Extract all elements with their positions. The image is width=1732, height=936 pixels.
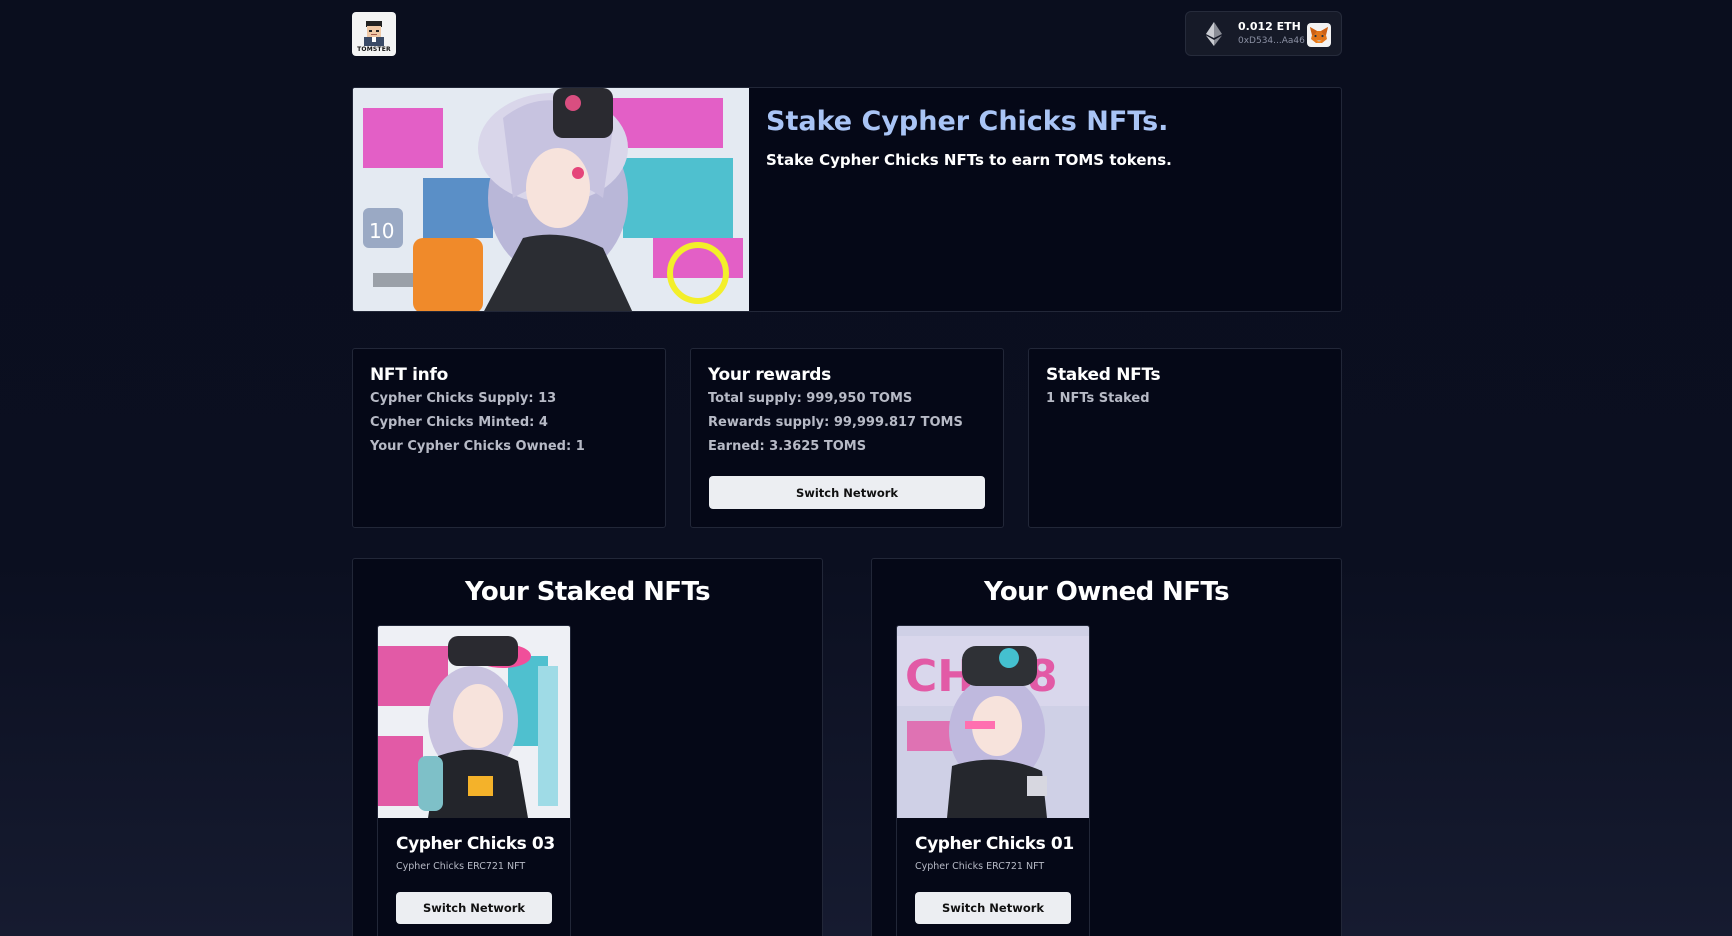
page: TOMSTER 0.012 ETH 0xD534...Aa46 10 Stake… xyxy=(0,0,1732,936)
logo-text: TOMSTER xyxy=(357,46,391,53)
nft-image-cypher-chicks-03 xyxy=(378,626,570,818)
wallet-info: 0.012 ETH 0xD534...Aa46 xyxy=(1238,19,1305,47)
svg-text:10: 10 xyxy=(369,219,394,243)
nft-info-card: NFT info Cypher Chicks Supply: 13 Cypher… xyxy=(352,348,666,528)
staked-nfts-card: Staked NFTs 1 NFTs Staked xyxy=(1028,348,1342,528)
earned-text: Earned: 3.3625 TOMS xyxy=(708,439,867,454)
nft-description: Cypher Chicks ERC721 NFT xyxy=(915,861,1045,872)
nft-description: Cypher Chicks ERC721 NFT xyxy=(396,861,526,872)
nft-name: Cypher Chicks 01 xyxy=(915,834,1074,854)
hero-title: Stake Cypher Chicks NFTs. xyxy=(766,106,1169,137)
staked-nft-switch-network-button[interactable]: Switch Network xyxy=(396,892,552,924)
wallet-address: 0xD534...Aa46 xyxy=(1238,36,1305,47)
nft-supply-text: Cypher Chicks Supply: 13 xyxy=(370,391,557,406)
nft-name: Cypher Chicks 03 xyxy=(396,834,555,854)
wallet-balance: 0.012 ETH xyxy=(1238,19,1301,33)
staked-nfts-title: Staked NFTs xyxy=(1046,365,1161,385)
hero-banner: 10 Stake Cypher Chicks NFTs. Stake Cyphe… xyxy=(352,87,1342,312)
rewards-card: Your rewards Total supply: 999,950 TOMS … xyxy=(690,348,1004,528)
nft-image-cypher-chicks-01: CH 8 xyxy=(897,626,1089,818)
rewards-title: Your rewards xyxy=(708,365,831,385)
ethereum-icon xyxy=(1206,21,1222,46)
staked-nfts-panel: Your Staked NFTs Cypher Chicks 03 Cypher… xyxy=(352,558,823,936)
tomster-avatar-icon xyxy=(364,21,384,46)
owned-nft-switch-network-button[interactable]: Switch Network xyxy=(915,892,1071,924)
rewards-switch-network-button[interactable]: Switch Network xyxy=(709,476,985,509)
nft-info-title: NFT info xyxy=(370,365,448,385)
wallet-button[interactable]: 0.012 ETH 0xD534...Aa46 xyxy=(1185,11,1342,56)
metamask-fox-icon xyxy=(1307,23,1331,47)
total-supply-text: Total supply: 999,950 TOMS xyxy=(708,391,913,406)
nft-minted-text: Cypher Chicks Minted: 4 xyxy=(370,415,548,430)
hero-subtitle: Stake Cypher Chicks NFTs to earn TOMS to… xyxy=(766,151,1172,169)
staked-count-text: 1 NFTs Staked xyxy=(1046,391,1150,406)
nft-card: Cypher Chicks 03 Cypher Chicks ERC721 NF… xyxy=(377,625,571,936)
staked-panel-title: Your Staked NFTs xyxy=(465,577,711,607)
nft-card: CH 8 Cypher Chicks 01 Cypher Chicks ERC7… xyxy=(896,625,1090,936)
rewards-supply-text: Rewards supply: 99,999.817 TOMS xyxy=(708,415,963,430)
hero-cypher-chick-image: 10 xyxy=(353,88,749,311)
owned-nfts-panel: Your Owned NFTs CH 8 Cypher Chicks 01 Cy… xyxy=(871,558,1342,936)
tomster-logo[interactable]: TOMSTER xyxy=(352,12,396,56)
nft-owned-text: Your Cypher Chicks Owned: 1 xyxy=(370,439,585,454)
owned-panel-title: Your Owned NFTs xyxy=(984,577,1230,607)
